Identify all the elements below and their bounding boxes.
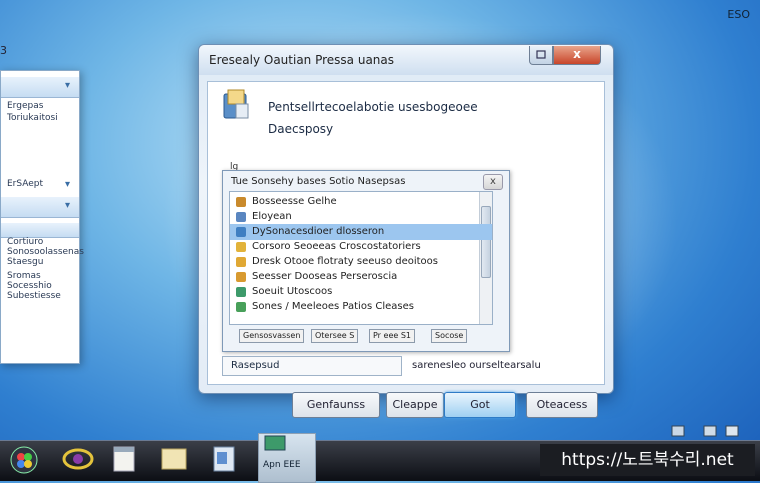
list-item-label: Dresk Otooe flotraty seeuso deoitoos [252,256,439,267]
left-item[interactable]: Socesshio [7,281,52,291]
button-4[interactable]: Oteacess [526,392,598,418]
active-app-label: Apn [263,460,281,470]
explorer-icon [213,446,235,472]
status-segment[interactable]: Otersee S [311,329,359,343]
browser-icon [62,448,94,470]
setup-icon [223,89,249,119]
list-item[interactable]: Dresk Otooe flotraty seeuso deoitoos [230,254,492,270]
item-icon [236,227,246,237]
dialog-titlebar[interactable]: Eresealy Oautian Pressa uanas x [199,45,613,75]
watermark-url: https://노트북수리.net [540,444,755,476]
left-item[interactable]: Ergepas [7,101,43,111]
list-item[interactable]: Eloyean [230,209,492,225]
restore-icon [536,50,546,59]
left-item[interactable]: Sonosoolassenas [7,247,84,257]
item-icon [236,197,246,207]
section-header[interactable] [1,223,79,238]
section-header[interactable]: ▾ [1,197,79,218]
button-1[interactable]: Genfaunss [292,392,380,418]
feature-list[interactable]: Bosseesse Gelhe Eloyean DySonacesdioer dlo… [229,191,493,325]
header-line-1: Pentsellrtecoelabotie usesbogeoee [268,100,478,114]
taskbar-folder[interactable] [154,441,194,479]
list-item[interactable]: Seesser Dooseas Perseroscia [230,269,492,285]
top-right-label: ESO [727,8,750,21]
status-segment[interactable]: Socose [431,329,468,343]
list-item[interactable]: Corsoro Seoeeas Croscostatoriers [230,239,492,255]
left-item[interactable]: Sromas [7,271,41,281]
close-button[interactable]: x [553,46,601,65]
header-line-2: Daecsposy [268,122,334,136]
chevron-down-icon[interactable]: ▾ [65,179,75,191]
help-button[interactable] [529,46,553,65]
app-thumbnail-icon [264,435,286,451]
list-item-label: Corsoro Seoeeas Croscostatoriers [252,241,421,252]
panel-title: Tue Sonsehy bases Sotio Nasepsas [231,176,406,187]
tray-icon-group [671,425,739,437]
status-segment[interactable]: Gensosvassen [239,329,305,343]
active-app-label-2: EEE [283,460,301,470]
left-item[interactable]: ErSAept [7,179,43,189]
item-icon [236,302,246,312]
document-icon [113,446,135,472]
taskbar-active-app[interactable]: Apn EEE [258,433,316,483]
panel-statusbar: Gensosvassen Otersee S Pr eee S1 Socose [229,329,491,343]
folder-icon [161,448,187,470]
start-button[interactable] [4,441,44,479]
left-item[interactable]: Subestiesse [7,291,61,301]
list-item[interactable]: Sones / Meeleoes Patios Cleases [230,299,492,315]
panel-close-button[interactable]: x [483,174,503,190]
button-2[interactable]: Cleappe [386,392,444,418]
background-explorer-window[interactable]: ▾ Ergepas Toriukaitosi ErSAept ▾ ▾ Corti… [0,70,84,364]
list-item[interactable]: Soeuit Utoscoos [230,284,492,300]
dialog-title: Eresealy Oautian Pressa uanas [209,53,395,67]
item-icon [236,257,246,267]
taskbar-notepad[interactable] [104,441,144,479]
list-item-label: Sones / Meeleoes Patios Cleases [252,301,414,312]
header-text: Pentsellrtecoelabotie usesbogeoee Daecsp… [268,96,478,140]
dialog-window[interactable]: Eresealy Oautian Pressa uanas x Pentsell… [198,44,614,418]
feature-list-panel[interactable]: Tue Sonsehy bases Sotio Nasepsas x Bosse… [222,170,510,352]
chevron-down-icon[interactable]: ▾ [65,200,75,212]
dialog-body: Pentsellrtecoelabotie usesbogeoee Daecsp… [207,81,605,418]
item-icon [236,287,246,297]
left-item[interactable]: Toriukaitosi [7,113,58,123]
list-item-label: Seesser Dooseas Perseroscia [252,271,398,282]
path-note: sarenesleo ourseltearsalu [412,360,541,371]
tray-icons[interactable] [670,424,746,441]
list-item[interactable]: DySonacesdioer dlosseron [230,224,492,240]
chevron-down-icon[interactable]: ▾ [65,80,75,92]
section-header[interactable]: ▾ [1,77,79,98]
taskbar-browser[interactable] [58,441,98,479]
path-input[interactable]: Rasepsud [222,356,402,376]
left-item[interactable]: Staesgu [7,257,43,267]
default-button[interactable]: Got [444,392,516,418]
corner-glyph: 3 [0,44,7,57]
start-orb-icon [10,446,38,474]
list-item-label: Eloyean [252,211,292,222]
item-icon [236,212,246,222]
item-icon [236,242,246,252]
left-item[interactable]: Cortiuro [7,237,43,247]
list-item[interactable]: Bosseesse Gelhe [230,194,492,210]
list-item-label: Bosseesse Gelhe [252,196,337,207]
status-segment[interactable]: Pr eee S1 [369,329,415,343]
item-icon [236,272,246,282]
list-item-label: DySonacesdioer dlosseron [252,226,385,237]
list-item-label: Soeuit Utoscoos [252,286,333,297]
taskbar-explorer[interactable] [204,441,244,479]
